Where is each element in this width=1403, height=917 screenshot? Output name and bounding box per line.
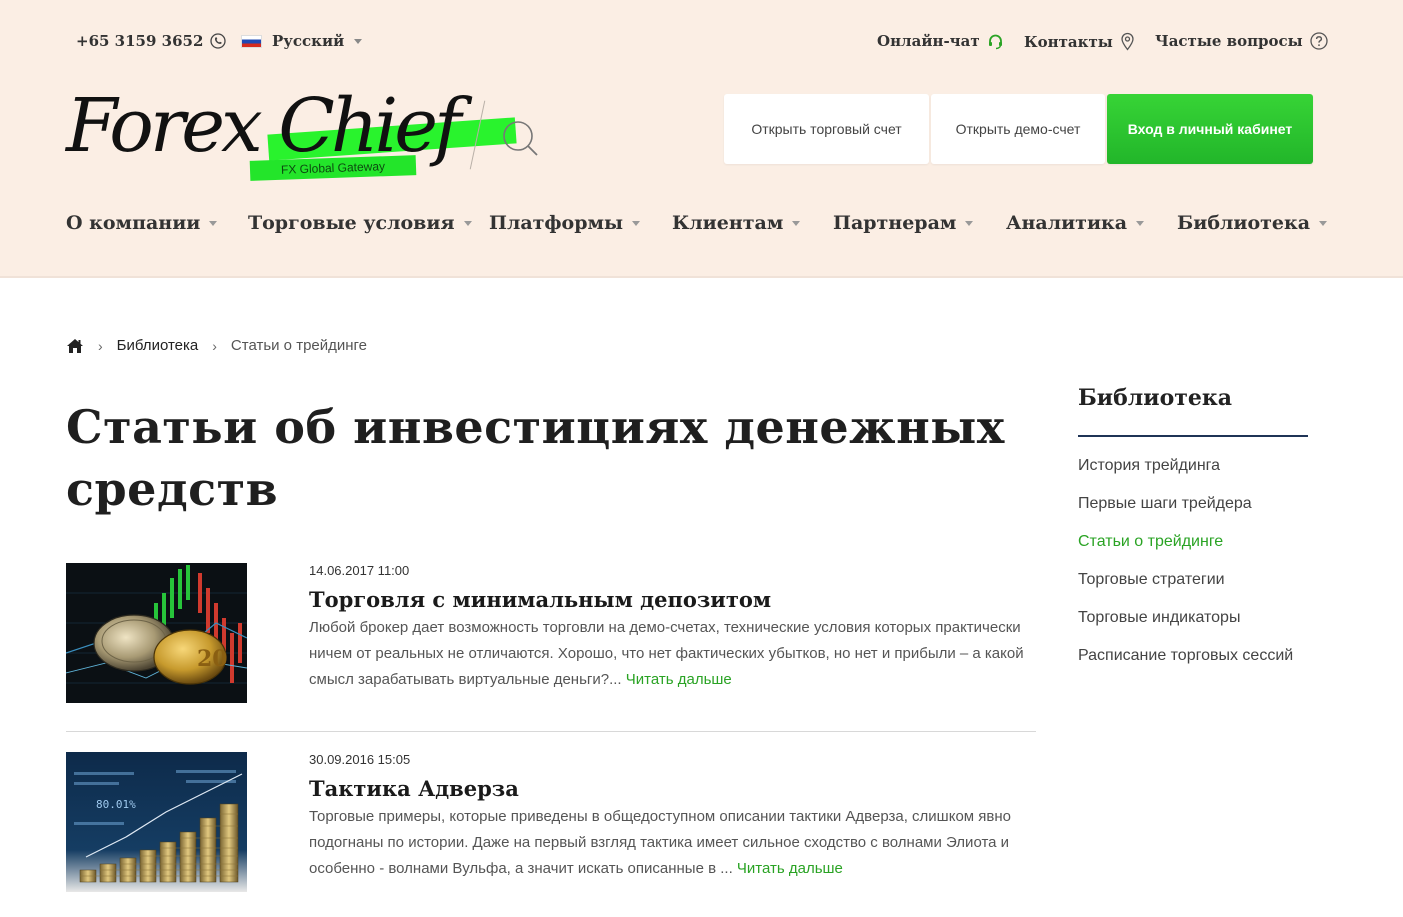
article-thumbnail-coins[interactable]: 20 (66, 563, 247, 703)
sidebar-item-trading-articles[interactable]: Статьи о трейдинге (1078, 531, 1308, 552)
article-date: 14.06.2017 11:00 (309, 563, 410, 578)
faq-label: Частые вопросы (1155, 32, 1303, 50)
nav-label: Партнерам (833, 212, 957, 234)
article-thumbnail-coin-stacks[interactable]: 80.01% (66, 752, 247, 892)
chevron-down-icon (1319, 220, 1328, 226)
search-icon (503, 121, 538, 156)
article-item: 20 14.06.2017 11:00 Торговля с минимальн… (66, 563, 1036, 703)
page-title: Статьи об инвестициях денежных средств (66, 400, 1005, 516)
article-divider (66, 731, 1036, 732)
contacts-link[interactable]: Контакты (1024, 32, 1135, 51)
open-demo-account-button[interactable]: Открыть демо-счет (931, 94, 1105, 164)
phone-icon (210, 33, 227, 49)
article-title[interactable]: Торговля с минимальным депозитом (309, 587, 771, 612)
login-button[interactable]: Вход в личный кабинет (1107, 94, 1313, 164)
article-date: 30.09.2016 15:05 (309, 752, 411, 767)
phone-number: +65 3159 3652 (76, 32, 204, 50)
chevron-down-icon (209, 220, 218, 226)
nav-label: Аналитика (1006, 212, 1128, 234)
home-icon[interactable] (66, 338, 84, 354)
chevron-down-icon (792, 220, 801, 226)
article-title[interactable]: Тактика Адверза (309, 776, 519, 801)
sidebar-item-trading-strategies[interactable]: Торговые стратегии (1078, 569, 1308, 590)
nav-label: Клиентам (672, 212, 784, 234)
library-sidebar: Библиотека История трейдинга Первые шаги… (1078, 385, 1308, 666)
online-chat-label: Онлайн-чат (877, 32, 980, 50)
nav-label: Платформы (489, 212, 624, 234)
phone-link[interactable]: +65 3159 3652 (76, 32, 227, 50)
nav-item-library[interactable]: Библиотека (1177, 212, 1328, 234)
breadcrumb-library-link[interactable]: Библиотека (117, 337, 199, 354)
headset-icon (988, 34, 1002, 49)
screen-percentage: 80.01% (96, 798, 136, 811)
sidebar-item-first-steps[interactable]: Первые шаги трейдера (1078, 493, 1308, 514)
russia-flag-icon (241, 34, 262, 48)
coin-denomination: 20 (197, 646, 228, 672)
faq-link[interactable]: Частые вопросы (1155, 32, 1328, 50)
article-excerpt: Торговые примеры, которые приведены в об… (309, 804, 1029, 882)
chevron-down-icon (632, 220, 641, 226)
article-excerpt-text: Торговые примеры, которые приведены в об… (309, 808, 1011, 877)
nav-item-partners[interactable]: Партнерам (833, 212, 974, 234)
read-more-link[interactable]: Читать дальше (626, 671, 732, 688)
nav-label: О компании (66, 212, 201, 234)
nav-item-trading-conditions[interactable]: Торговые условия (248, 212, 472, 234)
sidebar-menu: История трейдинга Первые шаги трейдера С… (1078, 455, 1308, 666)
sidebar-title: Библиотека (1078, 385, 1308, 437)
breadcrumb-separator: › (212, 337, 217, 354)
question-circle-icon (1310, 32, 1328, 50)
nav-label: Библиотека (1177, 212, 1311, 234)
nav-item-analytics[interactable]: Аналитика (1006, 212, 1145, 234)
breadcrumb-current: Статьи о трейдинге (230, 337, 368, 354)
chevron-down-icon (1136, 220, 1145, 226)
article-excerpt: Любой брокер дает возможность торговли н… (309, 615, 1029, 693)
language-label: Русский (272, 32, 345, 50)
chevron-down-icon (354, 38, 363, 44)
sidebar-item-trading-indicators[interactable]: Торговые индикаторы (1078, 607, 1308, 628)
nav-item-company[interactable]: О компании (66, 212, 218, 234)
open-trading-account-button[interactable]: Открыть торговый счет (724, 94, 929, 164)
online-chat-link[interactable]: Онлайн-чат (877, 32, 1004, 50)
nav-item-platforms[interactable]: Платформы (489, 212, 641, 234)
coin-stacks-image: 80.01% (66, 752, 247, 892)
article-item: 80.01% 30.09.2016 15:05 Тактика Адверза (66, 752, 1036, 892)
nav-label: Торговые условия (248, 212, 455, 234)
chevron-down-icon (463, 220, 472, 226)
breadcrumb-separator: › (98, 337, 103, 354)
main-navigation: О компании Торговые условия Платформы Кл… (66, 212, 1328, 242)
read-more-link[interactable]: Читать дальше (737, 860, 843, 877)
nav-item-clients[interactable]: Клиентам (672, 212, 801, 234)
sidebar-item-trading-history[interactable]: История трейдинга (1078, 455, 1308, 476)
breadcrumb: › Библиотека › Статьи о трейдинге (66, 337, 367, 354)
location-pin-icon (1121, 32, 1134, 51)
search-button[interactable] (498, 116, 542, 160)
coins-chart-image: 20 (66, 563, 247, 703)
language-selector[interactable]: Русский (241, 32, 363, 50)
chevron-down-icon (965, 220, 974, 226)
site-header: +65 3159 3652 Русский Онлайн-чат Контакт… (0, 0, 1403, 278)
forex-chief-logo[interactable]: Forex Chief FX Global Gateway (66, 84, 517, 184)
contacts-label: Контакты (1024, 32, 1113, 51)
sidebar-item-session-schedule[interactable]: Расписание торговых сессий (1078, 645, 1308, 666)
